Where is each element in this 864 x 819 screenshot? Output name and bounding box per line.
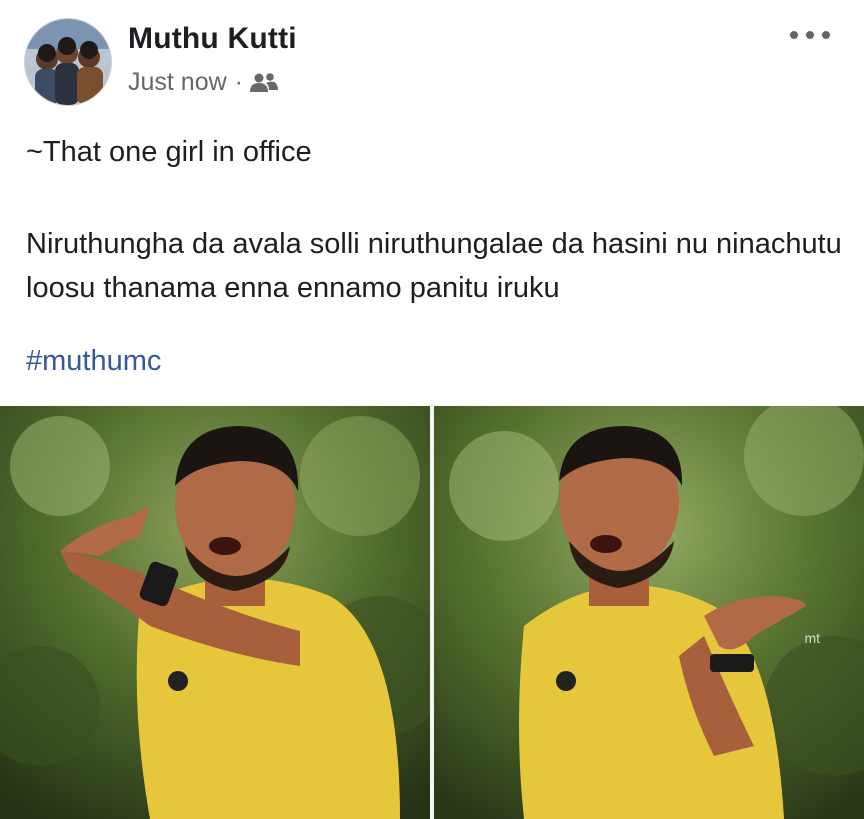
friends-icon [249, 72, 279, 94]
more-options-icon[interactable] [790, 24, 830, 46]
author-avatar[interactable] [24, 18, 112, 106]
post-meta: Just now · [128, 68, 279, 97]
post-text-paragraph: Niruthungha da avala solli niruthungalae… [26, 228, 842, 304]
watermark-text: mt [804, 630, 820, 646]
meme-panel-left [0, 406, 430, 819]
post-image[interactable]: mt [0, 406, 864, 819]
hashtag-link[interactable]: #muthumc [26, 345, 161, 378]
meta-separator: · [234, 68, 243, 96]
post-text-line1: ~That one girl in office [26, 136, 312, 168]
post-header: Muthu Kutti Just now · [0, 0, 864, 112]
feed-post: Muthu Kutti Just now · ~That one girl in… [0, 0, 864, 819]
meme-panel-right: mt [434, 406, 864, 819]
author-name[interactable]: Muthu Kutti [128, 22, 297, 56]
post-timestamp[interactable]: Just now [128, 68, 227, 97]
